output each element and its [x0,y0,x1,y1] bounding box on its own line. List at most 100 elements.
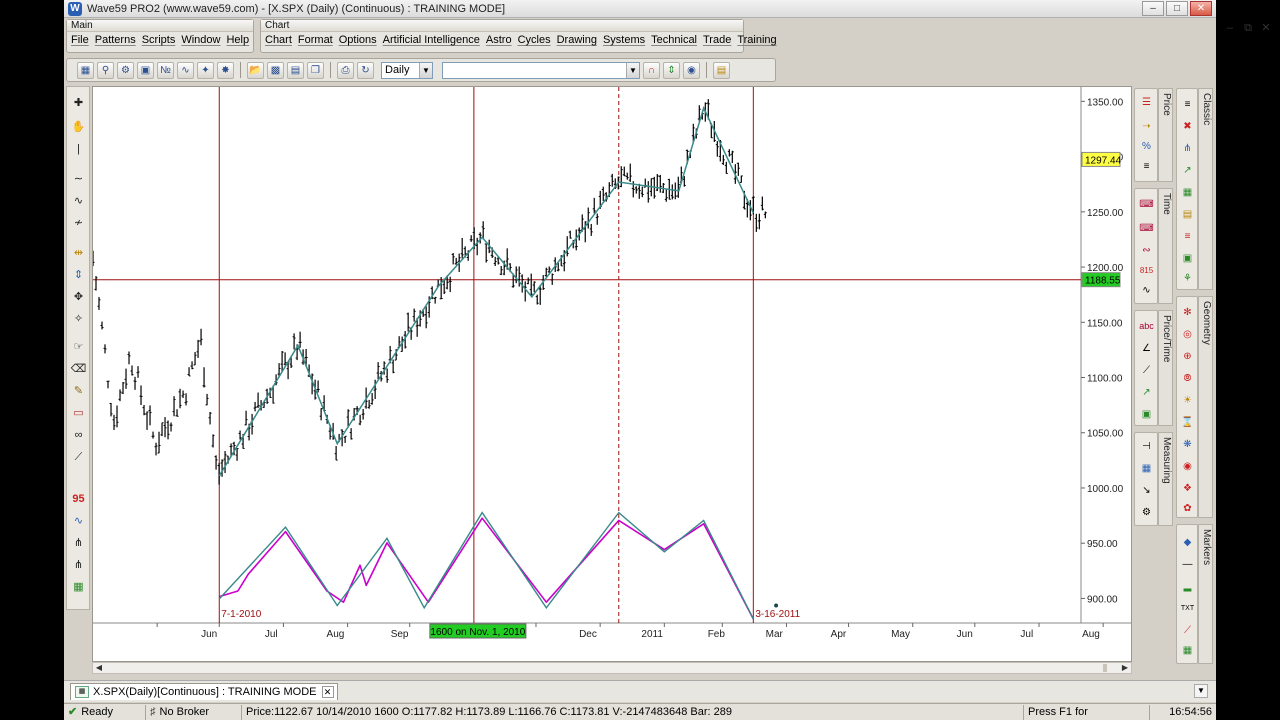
magnet-icon[interactable]: ∩ [643,61,660,79]
chart-area[interactable]: 1350.001300.001250.001200.001150.001100.… [92,86,1132,662]
mdi-minimize-icon[interactable]: – [1222,22,1238,36]
chart-menu-chart[interactable]: Chart [265,34,292,46]
print-icon[interactable]: ⎙ [337,61,354,79]
symbol-select[interactable]: ▼ [442,61,640,79]
refresh-icon[interactable]: ↻ [357,61,374,79]
tab-geometry[interactable]: Geometry [1198,296,1213,518]
marker-bars-icon[interactable]: ▂ [1180,579,1195,594]
sine-wave-icon[interactable]: ∿ [70,513,87,530]
marker-grid-icon[interactable]: ▦ [1180,643,1195,658]
timeframe-select[interactable]: Daily ▼ [381,61,433,79]
marker-slash-icon[interactable]: ⟋ [1180,623,1195,638]
close-icon[interactable]: ✕ [1190,1,1212,16]
mdi-restore-icon[interactable]: ⧉ [1240,22,1256,36]
crosshair-icon[interactable]: ✚ [70,95,87,112]
mdi-close-icon[interactable]: ✕ [1258,22,1274,36]
box-icon[interactable]: ▣ [1139,407,1154,422]
main-menu-scripts[interactable]: Scripts [142,34,176,46]
indicator-icon[interactable]: ∿ [177,61,194,79]
fork-2-icon[interactable]: ⋔ [70,557,87,574]
curve-icon[interactable]: ≁ [70,215,87,232]
diagonal-icon[interactable]: ⟋ [1139,363,1154,378]
wave-pattern-icon[interactable]: ∼ [70,171,87,188]
classic-arrow-icon[interactable]: ↗ [1180,163,1195,178]
pattern-icon[interactable]: ✦ [197,61,214,79]
trend-icon[interactable]: ↗ [1139,385,1154,400]
time-arc-icon[interactable]: ∾ [1139,243,1154,258]
monitor-icon[interactable]: ▣ [137,61,154,79]
geo-diamond-icon[interactable]: ❖ [1180,481,1195,496]
lines-icon[interactable]: ≡ [1139,159,1154,174]
classic-lines-icon[interactable]: ≡ [1180,97,1195,112]
zoom-icon[interactable]: ⚲ [97,61,114,79]
geo-sun-icon[interactable]: ☀ [1180,393,1195,408]
close-icon[interactable]: ✕ [321,686,334,698]
tab-price[interactable]: Price [1158,88,1173,182]
numbers-icon[interactable]: № [157,61,174,79]
minimize-icon[interactable]: – [1142,1,1164,16]
vertical-line-icon[interactable]: | [70,141,87,158]
chart-menu-training[interactable]: Training [737,34,776,46]
doc-tab-chart[interactable]: ▦ X.SPX(Daily)[Continuous] : TRAINING MO… [70,683,338,700]
link-icon[interactable]: ∞ [70,427,87,444]
marker-line-icon[interactable]: — [1180,557,1195,572]
fork-icon[interactable]: ⋔ [70,535,87,552]
chart-menu-artificial-intelligence[interactable]: Artificial Intelligence [383,34,480,46]
status-broker[interactable]: ♯ No Broker [146,704,242,720]
trash-icon[interactable]: ⌫ [70,361,87,378]
zigzag-icon[interactable]: ∿ [70,193,87,210]
ruler-icon[interactable]: ⟋ [70,449,87,466]
hand-pointer-icon[interactable]: ✋ [70,119,87,136]
tab-time[interactable]: Time [1158,188,1173,304]
chart-menu-technical[interactable]: Technical [651,34,697,46]
classic-pitchfork-icon[interactable]: ⚘ [1180,271,1195,286]
copy-icon[interactable]: ❐ [307,61,324,79]
number-95-icon[interactable]: 95 [70,491,87,508]
geo-ring-icon[interactable]: ◉ [1180,459,1195,474]
measure-arrow-icon[interactable]: ↘ [1139,483,1154,498]
chart-menu-systems[interactable]: Systems [603,34,645,46]
geo-circle-icon[interactable]: ⊕ [1180,349,1195,364]
tab-classic[interactable]: Classic [1198,88,1213,290]
marker-text-icon[interactable]: TXT [1180,601,1195,616]
measure-grid-icon[interactable]: ▦ [1139,461,1154,476]
up-down-arrows-icon[interactable]: ⇕ [663,61,680,79]
measure-h-icon[interactable]: ⊣ [1139,439,1154,454]
tab-measuring[interactable]: Measuring [1158,432,1173,526]
range-marker-icon[interactable]: ⇹ [70,245,87,262]
maximize-icon[interactable]: □ [1166,1,1188,16]
geo-star-icon[interactable]: ✻ [1180,305,1195,320]
main-menu-patterns[interactable]: Patterns [95,34,136,46]
vertical-arrows-icon[interactable]: ⇕ [70,267,87,284]
chevron-down-icon[interactable]: ▼ [419,62,432,78]
grid-icon[interactable]: ▦ [70,579,87,596]
chevron-down-icon[interactable]: ▼ [626,62,639,78]
angle-icon[interactable]: ∠ [1139,341,1154,356]
percent-icon[interactable]: % [1139,139,1154,154]
tab-markers[interactable]: Markers [1198,524,1213,664]
price-chart[interactable]: 1350.001300.001250.001200.001150.001100.… [93,87,1132,662]
chart-setup-icon[interactable]: ▦ [77,61,94,79]
geo-target-icon[interactable]: ◎ [1180,327,1195,342]
chart-menu-options[interactable]: Options [339,34,377,46]
eraser-icon[interactable]: ▭ [70,405,87,422]
classic-square-icon[interactable]: ▣ [1180,251,1195,266]
main-menu-window[interactable]: Window [181,34,220,46]
main-menu-help[interactable]: Help [226,34,249,46]
main-menu-file[interactable]: File [71,34,89,46]
time-wave-icon[interactable]: ∿ [1139,283,1154,298]
classic-box-icon[interactable]: ▦ [1180,185,1195,200]
eye-icon[interactable]: ◉ [683,61,700,79]
ratio-icon[interactable]: ➝ [1139,119,1154,134]
open-file-icon[interactable]: 📂 [247,61,264,79]
pencil-icon[interactable]: ✎ [70,383,87,400]
classic-channel-icon[interactable]: ≡ [1180,229,1195,244]
fib-icon[interactable]: ☰ [1139,95,1154,110]
template-icon[interactable]: ▤ [287,61,304,79]
chart-horizontal-scrollbar[interactable]: ◀ ▶ [92,662,1132,674]
tabs-dropdown-icon[interactable]: ▼ [1194,684,1208,698]
scan-icon[interactable]: ⚙ [117,61,134,79]
classic-cross-icon[interactable]: ✖ [1180,119,1195,134]
scroll-right-icon[interactable]: ▶ [1119,663,1131,673]
classic-gann-icon[interactable]: ▤ [1180,207,1195,222]
